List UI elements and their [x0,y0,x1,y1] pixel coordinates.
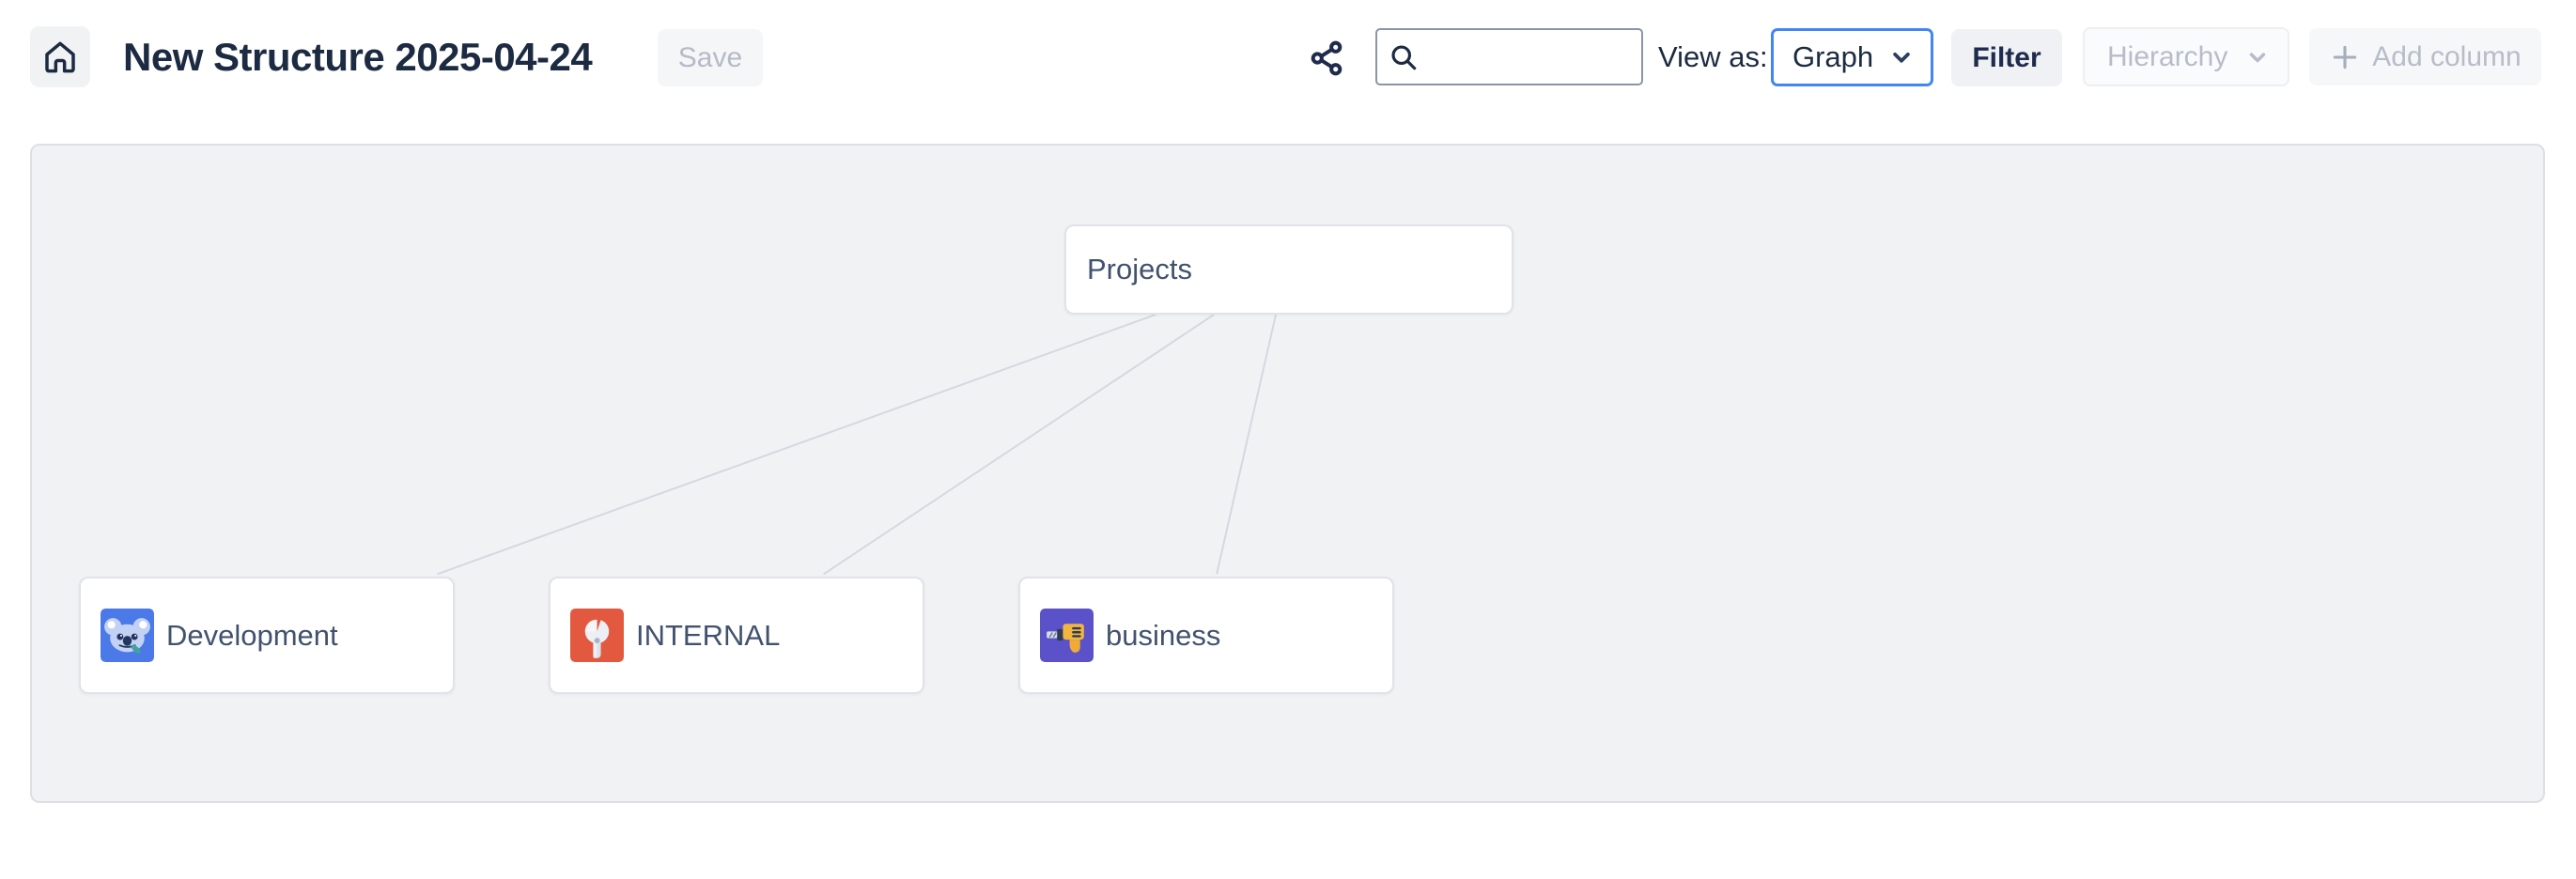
node-label: INTERNAL [636,619,780,653]
search-field[interactable] [1375,28,1643,85]
chevron-down-icon [1887,43,1916,71]
share-button[interactable] [1304,38,1349,79]
toolbar: New Structure 2025-04-24 Save View as: G… [0,0,2576,144]
save-button[interactable]: Save [658,29,763,86]
home-button[interactable] [30,26,90,87]
drill-project-avatar [1040,609,1094,662]
graph-node-projects[interactable]: Projects [1064,224,1513,315]
graph-node-business[interactable]: business [1018,577,1394,694]
share-icon [1306,38,1347,79]
node-label: business [1106,619,1220,653]
hierarchy-select[interactable]: Hierarchy [2083,27,2289,86]
node-label: Development [166,619,338,653]
view-mode-select[interactable]: Graph [1771,28,1933,86]
wrench-project-avatar [570,609,624,662]
search-icon [1387,40,1420,74]
add-column-label: Add column [2372,41,2521,73]
page-title: New Structure 2025-04-24 [123,31,592,84]
home-icon [41,39,79,76]
search-input[interactable] [1428,40,1632,74]
chevron-down-icon [2244,44,2271,70]
plus-icon [2329,41,2361,73]
view-as-label: View as: [1658,26,1768,87]
filter-button[interactable]: Filter [1951,29,2062,86]
graph-node-development[interactable]: Development [79,577,455,694]
graph-node-internal[interactable]: INTERNAL [549,577,924,694]
add-column-button[interactable]: Add column [2309,28,2541,85]
koala-project-avatar [101,609,154,662]
graph-canvas[interactable]: Projects Development [30,144,2545,803]
view-mode-value: Graph [1792,40,1873,74]
node-label: Projects [1087,253,1192,286]
hierarchy-value: Hierarchy [2107,41,2227,73]
